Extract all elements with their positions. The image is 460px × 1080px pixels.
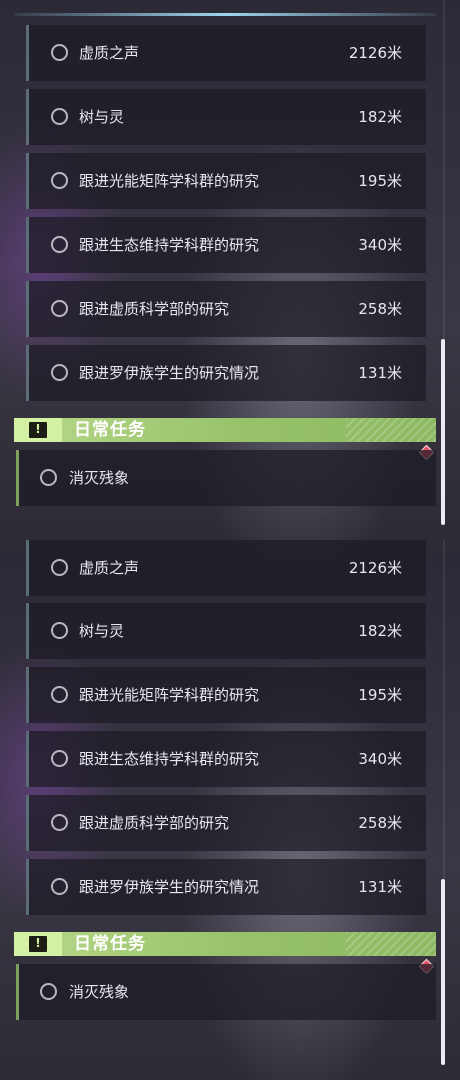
quest-status-ring-icon bbox=[51, 108, 68, 125]
quest-distance: 131米 bbox=[358, 878, 402, 896]
header-stripe-decoration bbox=[346, 418, 436, 442]
quest-status-ring-icon bbox=[40, 469, 57, 486]
quest-status-ring-icon bbox=[51, 622, 68, 639]
quest-distance: 182米 bbox=[358, 108, 402, 126]
quest-row[interactable]: 跟进光能矩阵学科群的研究 195米 bbox=[26, 153, 426, 209]
quest-name: 跟进生态维持学科群的研究 bbox=[79, 236, 260, 254]
scrollbar-thumb[interactable] bbox=[441, 879, 445, 1065]
quest-distance: 2126米 bbox=[348, 559, 402, 577]
quest-row[interactable]: 跟进虚质科学部的研究 258米 bbox=[26, 795, 426, 851]
daily-quest-row[interactable]: 消灭残象 bbox=[16, 964, 436, 1020]
daily-quest-name: 消灭残象 bbox=[69, 469, 130, 487]
quest-row[interactable]: 树与灵 182米 bbox=[26, 603, 426, 659]
quest-distance: 182米 bbox=[358, 622, 402, 640]
quest-name: 跟进光能矩阵学科群的研究 bbox=[79, 172, 260, 190]
quest-status-ring-icon bbox=[51, 236, 68, 253]
daily-quest-row[interactable]: 消灭残象 bbox=[16, 450, 436, 506]
scrollbar-thumb[interactable] bbox=[441, 339, 445, 525]
quest-name: 跟进罗伊族学生的研究情况 bbox=[79, 878, 260, 896]
daily-quest-header[interactable]: 日常任务 bbox=[14, 418, 436, 442]
quest-row[interactable]: 树与灵 182米 bbox=[26, 89, 426, 145]
header-stripe-decoration bbox=[346, 932, 436, 956]
quest-distance: 258米 bbox=[358, 300, 402, 318]
quest-name: 跟进虚质科学部的研究 bbox=[79, 814, 230, 832]
quest-row[interactable]: 跟进生态维持学科群的研究 340米 bbox=[26, 217, 426, 273]
daily-quest-title: 日常任务 bbox=[74, 420, 146, 440]
quest-row[interactable]: 跟进光能矩阵学科群的研究 195米 bbox=[26, 667, 426, 723]
quest-status-ring-icon bbox=[40, 983, 57, 1000]
daily-alert-badge bbox=[14, 418, 62, 442]
quest-distance: 258米 bbox=[358, 814, 402, 832]
quest-row[interactable]: 跟进罗伊族学生的研究情况 131米 bbox=[26, 345, 426, 401]
quest-row[interactable]: 虚质之声 2126米 bbox=[26, 25, 426, 81]
panel-top-divider bbox=[14, 13, 436, 16]
quest-status-ring-icon bbox=[51, 686, 68, 703]
quest-row[interactable]: 跟进虚质科学部的研究 258米 bbox=[26, 281, 426, 337]
quest-status-ring-icon bbox=[51, 814, 68, 831]
quest-name: 跟进罗伊族学生的研究情况 bbox=[79, 364, 260, 382]
quest-status-ring-icon bbox=[51, 172, 68, 189]
quest-status-ring-icon bbox=[51, 364, 68, 381]
quest-distance: 340米 bbox=[358, 236, 402, 254]
quest-status-ring-icon bbox=[51, 559, 68, 576]
quest-status-ring-icon bbox=[51, 750, 68, 767]
exclamation-icon bbox=[29, 936, 47, 952]
quest-distance: 195米 bbox=[358, 172, 402, 190]
quest-distance: 131米 bbox=[358, 364, 402, 382]
quest-name: 跟进光能矩阵学科群的研究 bbox=[79, 686, 260, 704]
quest-name: 虚质之声 bbox=[79, 559, 140, 577]
quest-status-ring-icon bbox=[51, 300, 68, 317]
daily-quest-name: 消灭残象 bbox=[69, 983, 130, 1001]
quest-distance: 195米 bbox=[358, 686, 402, 704]
quest-row[interactable]: 跟进生态维持学科群的研究 340米 bbox=[26, 731, 426, 787]
quest-name: 虚质之声 bbox=[79, 44, 140, 62]
quest-distance: 340米 bbox=[358, 750, 402, 768]
quest-name: 树与灵 bbox=[79, 622, 125, 640]
quest-tracker-panel-2: 虚质之声 2126米 树与灵 182米 跟进光能矩阵学科群的研究 195米 跟进… bbox=[0, 540, 460, 1080]
quest-name: 跟进生态维持学科群的研究 bbox=[79, 750, 260, 768]
quest-status-ring-icon bbox=[51, 878, 68, 895]
daily-quest-title: 日常任务 bbox=[74, 934, 146, 954]
quest-tracker-panel-1: 虚质之声 2126米 树与灵 182米 跟进光能矩阵学科群的研究 195米 跟进… bbox=[0, 0, 460, 540]
daily-alert-badge bbox=[14, 932, 62, 956]
quest-status-ring-icon bbox=[51, 44, 68, 61]
daily-quest-header[interactable]: 日常任务 bbox=[14, 932, 436, 956]
quest-row[interactable]: 虚质之声 2126米 bbox=[26, 540, 426, 596]
quest-row[interactable]: 跟进罗伊族学生的研究情况 131米 bbox=[26, 859, 426, 915]
quest-name: 树与灵 bbox=[79, 108, 125, 126]
exclamation-icon bbox=[29, 422, 47, 438]
quest-distance: 2126米 bbox=[348, 44, 402, 62]
quest-name: 跟进虚质科学部的研究 bbox=[79, 300, 230, 318]
